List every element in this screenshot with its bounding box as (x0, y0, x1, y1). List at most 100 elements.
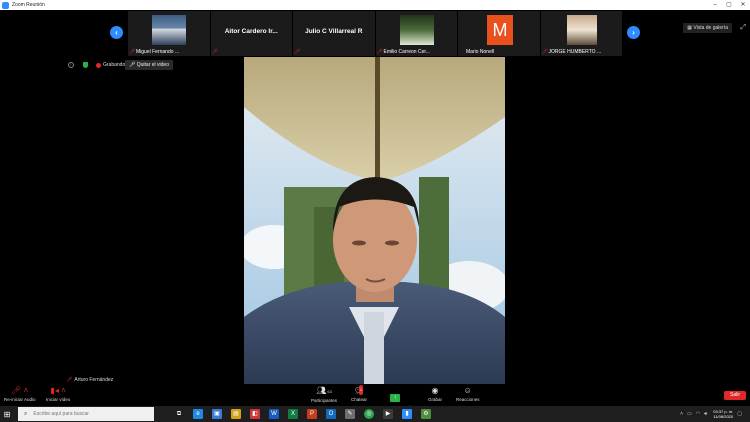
taskbar-search[interactable]: ⌕ (18, 407, 154, 421)
notifications-icon[interactable]: ▢ (737, 411, 742, 417)
muted-mic-icon: 🎤︎ ˄ (11, 386, 29, 395)
participant-name: Mario Nonell (466, 49, 495, 55)
zoom-taskbar-icon[interactable]: ▮ (402, 409, 412, 419)
taskbar-clock[interactable]: 03:37 p. m. 11/08/2020 (713, 409, 733, 419)
chat-badge: 1 (359, 385, 363, 395)
maximize-button[interactable]: ▢ (722, 0, 736, 10)
share-screen-icon: ↑ (390, 394, 401, 402)
muted-mic-icon: 🎤︎ (129, 49, 136, 55)
file-explorer-icon[interactable]: ▤ (231, 409, 241, 419)
participants-icon: 👥︎63 (316, 386, 332, 395)
start-video-button[interactable]: ▮◂ ˄ Iniciar vídeo (46, 386, 70, 402)
title-bar: Zoom Reunión – ▢ ✕ (0, 0, 750, 10)
recording-label: Grabando (103, 62, 126, 68)
chat-button[interactable]: 💬︎1 Chatear (351, 385, 368, 402)
store-icon[interactable]: ◧ (250, 409, 260, 419)
taskbar-apps: ⧉ e ▣ ▤ ◧ W X P O ✎ ◎ ▶ ▮ ⚙ (174, 409, 440, 419)
chrome-icon[interactable]: ◎ (364, 409, 374, 419)
participant-name: JORGE HUMBERTO ... (548, 49, 602, 55)
volume-icon[interactable]: 🔊︎ (704, 411, 707, 417)
reactions-icon: ☺ (463, 386, 472, 395)
clock-date: 11/08/2020 (713, 414, 734, 419)
zoom-app-icon (2, 1, 9, 9)
app-icon[interactable]: ⚙ (421, 409, 431, 419)
gallery-strip: ‹ 🎤︎ Miguel Fernando ... Aitor Cardero I… (0, 11, 750, 56)
task-view-icon[interactable]: ⧉ (174, 409, 184, 419)
participant-name: Aitor Cardero Ir... (224, 28, 278, 35)
outlook-icon[interactable]: O (326, 409, 336, 419)
meeting-status-row: i Grabando (68, 61, 125, 69)
stop-video-label: Quitar el video (136, 62, 169, 68)
muted-mic-icon: 🎤︎ (294, 49, 301, 55)
participants-label: Participantes (311, 398, 338, 403)
shield-icon[interactable] (83, 62, 88, 68)
edge-icon[interactable]: e (193, 409, 203, 419)
recording-dot-icon (96, 62, 101, 68)
gallery-view-label: Vista de galería (693, 25, 728, 31)
active-speaker-video (244, 57, 505, 384)
restart-audio-label: Re-iniciar Audio (4, 397, 36, 402)
participant-photo (152, 15, 186, 45)
muted-mic-icon: 🎤︎ (211, 49, 218, 55)
powerpoint-icon[interactable]: P (307, 409, 317, 419)
window-controls: – ▢ ✕ (708, 0, 750, 10)
close-button[interactable]: ✕ (736, 0, 750, 10)
word-icon[interactable]: W (269, 409, 279, 419)
record-label: Grabar (428, 397, 443, 402)
self-view-name: 🎤︎ Arturo Fernández (66, 377, 113, 383)
leave-meeting-button[interactable]: Salir (724, 391, 746, 400)
muted-mic-icon: 🎤︎ (66, 377, 73, 383)
video-off-icon: ▮◂ ˄ (50, 386, 66, 395)
participant-photo (399, 15, 434, 45)
tray-chevron-icon[interactable]: ˄ (680, 411, 683, 417)
participant-thumbnails: 🎤︎ Miguel Fernando ... Aitor Cardero Ir.… (128, 11, 623, 56)
windows-taskbar: ⊞ ⌕ ⧉ e ▣ ▤ ◧ W X P O ✎ ◎ ▶ ▮ ⚙ ˄ ▭ ◠ 🔊︎ (0, 406, 750, 422)
system-tray: ˄ ▭ ◠ 🔊︎ 03:37 p. m. 11/08/2020 ▢ (680, 407, 746, 421)
participant-tile[interactable]: 🎤︎ Emilio Carreon Cer... (375, 11, 457, 56)
record-button[interactable]: ◉ Grabar (428, 386, 442, 402)
search-icon: ⌕ (24, 410, 28, 417)
participant-tile[interactable]: Aitor Cardero Ir... 🎤︎ (210, 11, 292, 56)
participant-name: Julio C Villarreal R (305, 28, 363, 35)
participants-count: 63 (327, 389, 332, 394)
start-video-label: Iniciar vídeo (46, 397, 71, 402)
media-icon[interactable]: ▶ (383, 409, 393, 419)
participant-tile[interactable]: M Mario Nonell (458, 11, 540, 56)
reactions-button[interactable]: ☺ Reacciones (456, 386, 480, 402)
mic-icon: 🎤︎ (129, 62, 137, 68)
participant-tile[interactable]: 🎤︎ JORGE HUMBERTO ... (540, 11, 622, 56)
stop-video-tooltip[interactable]: 🎤︎ Quitar el video (125, 60, 173, 70)
participant-tile[interactable]: Julio C Villarreal R 🎤︎ (293, 11, 375, 56)
restart-audio-button[interactable]: 🎤︎ ˄ Re-iniciar Audio (4, 386, 36, 402)
wifi-icon[interactable]: ◠ (696, 411, 700, 417)
window-title: Zoom Reunión (12, 2, 45, 8)
network-icon[interactable]: ▭ (687, 411, 692, 417)
pen-icon[interactable]: ✎ (345, 409, 355, 419)
next-page-button[interactable]: › (627, 26, 640, 39)
muted-mic-icon: 🎤︎ (376, 49, 383, 55)
previous-page-button[interactable]: ‹ (110, 26, 123, 39)
muted-mic-icon: 🎤︎ (541, 49, 548, 55)
reactions-label: Reacciones (456, 397, 480, 402)
meeting-controls: 🎤︎ ˄ Re-iniciar Audio ▮◂ ˄ Iniciar vídeo… (0, 384, 750, 410)
participants-button[interactable]: 👥︎63 Participantes (311, 386, 337, 403)
photos-icon[interactable]: ▣ (212, 409, 222, 419)
excel-icon[interactable]: X (288, 409, 298, 419)
participant-tile[interactable]: 🎤︎ Miguel Fernando ... (128, 11, 210, 56)
record-icon: ◉ (431, 386, 439, 395)
chat-icon: 💬︎1 (351, 385, 367, 396)
search-input[interactable] (33, 411, 144, 417)
windows-start-icon[interactable]: ⊞ (0, 406, 14, 422)
gallery-view-button[interactable]: ▦ Vista de galería (683, 23, 732, 33)
participant-initial-avatar: M (487, 15, 513, 45)
speaker-video-frame (244, 57, 505, 384)
participant-photo (566, 15, 597, 45)
participant-name: Emilio Carreon Cer... (383, 49, 430, 55)
fullscreen-icon[interactable]: ⤢ (740, 24, 746, 32)
self-name-label: Arturo Fernández (74, 377, 114, 383)
chat-label: Chatear (351, 397, 368, 402)
zoom-window: Zoom Reunión – ▢ ✕ ‹ 🎤︎ Miguel Fernando … (0, 0, 750, 422)
info-icon[interactable]: i (68, 62, 74, 68)
participant-name: Miguel Fernando ... (136, 49, 180, 55)
minimize-button[interactable]: – (708, 0, 722, 10)
